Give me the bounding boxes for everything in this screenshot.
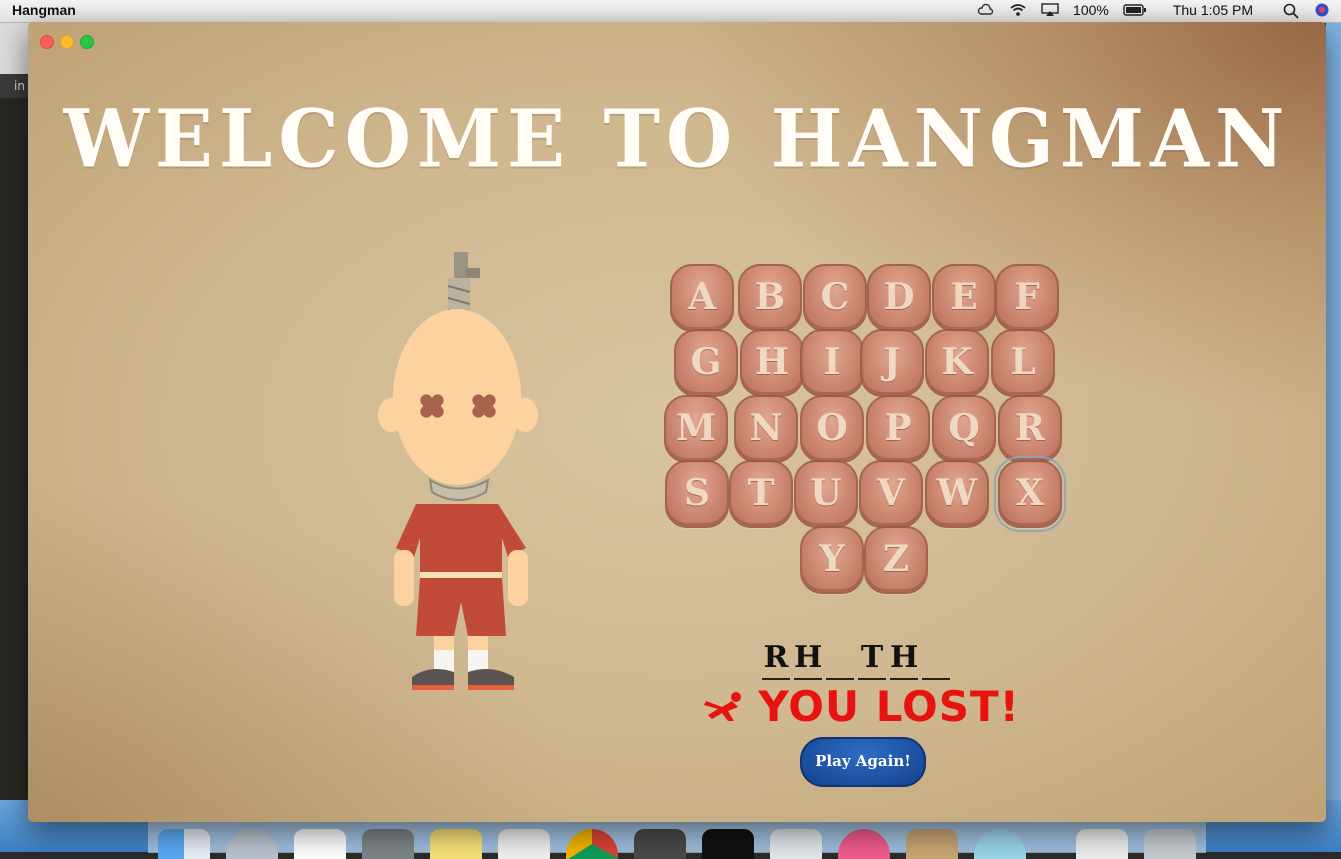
finder-icon[interactable] (158, 829, 210, 859)
menu-app-name[interactable]: Hangman (12, 2, 76, 18)
letter-button-x[interactable]: X (994, 456, 1066, 532)
letter-button-r[interactable]: R (998, 395, 1062, 463)
search-icon[interactable] (1283, 3, 1301, 19)
letter-button-j[interactable]: J (860, 329, 924, 397)
battery-icon[interactable] (1123, 3, 1146, 17)
wifi-icon[interactable] (1009, 3, 1027, 17)
letter-button-i[interactable]: I (800, 329, 864, 397)
letter-button-v[interactable]: V (859, 460, 923, 528)
chrome-icon[interactable] (566, 829, 618, 859)
sublime-text-icon[interactable] (634, 829, 686, 859)
falling-figure-icon (702, 691, 758, 731)
letter-button-e[interactable]: E (932, 264, 996, 332)
airplay-icon[interactable] (1041, 3, 1059, 17)
word-slot (826, 640, 854, 680)
letter-button-g[interactable]: G (674, 329, 738, 397)
game-window: WELCOME TO HANGMAN A B C D E F G H I J K… (28, 22, 1326, 822)
letter-button-q[interactable]: Q (932, 395, 996, 463)
word-slot: H (794, 640, 822, 680)
calendar-icon[interactable] (294, 829, 346, 859)
hangman-character-art (378, 252, 538, 690)
word-display: R H T H (762, 640, 950, 680)
hangman-figure (368, 252, 558, 702)
letter-button-d[interactable]: D (867, 264, 931, 332)
notes-icon[interactable] (430, 829, 482, 859)
slack-icon[interactable] (770, 829, 822, 859)
menu-clock[interactable]: Thu 1:05 PM (1173, 2, 1253, 18)
contacts-icon[interactable] (498, 829, 550, 859)
desktop-background (1326, 22, 1341, 822)
letter-button-f[interactable]: F (995, 264, 1059, 332)
letter-button-l[interactable]: L (991, 329, 1055, 397)
itunes-icon[interactable] (838, 829, 890, 859)
siri-icon[interactable] (1315, 3, 1333, 17)
letter-button-k[interactable]: K (925, 329, 989, 397)
letter-button-c[interactable]: C (803, 264, 867, 332)
documents-icon[interactable] (1076, 829, 1128, 859)
letter-button-o[interactable]: O (800, 395, 864, 463)
zoom-button[interactable] (80, 35, 94, 49)
letter-button-z[interactable]: Z (864, 526, 928, 594)
page-title: WELCOME TO HANGMAN (63, 91, 1291, 186)
letter-button-n[interactable]: N (734, 395, 798, 463)
letter-button-w[interactable]: W (925, 460, 989, 528)
system-preferences-icon[interactable] (362, 829, 414, 859)
letter-button-t[interactable]: T (729, 460, 793, 528)
preview-icon[interactable] (906, 829, 958, 859)
letter-button-a[interactable]: A (670, 264, 734, 332)
editor-background (0, 22, 28, 802)
minimize-button[interactable] (60, 35, 74, 49)
launchpad-icon[interactable] (226, 829, 278, 859)
play-again-button[interactable]: Play Again! (800, 737, 926, 787)
close-button[interactable] (40, 35, 54, 49)
battery-percentage: 100% (1073, 2, 1109, 18)
terminal-icon[interactable] (702, 829, 754, 859)
menu-status-area: 100% Thu 1:05 PM (977, 2, 1333, 19)
result-text: YOU LOST! (758, 682, 1020, 731)
dock (148, 818, 1206, 859)
word-slot: R (762, 640, 790, 680)
trash-icon[interactable] (1144, 829, 1196, 859)
letter-button-s[interactable]: S (665, 460, 729, 528)
cloud-icon[interactable] (977, 3, 995, 17)
bike-app-icon[interactable] (974, 829, 1026, 859)
letter-button-p[interactable]: P (866, 395, 930, 463)
letter-button-h[interactable]: H (740, 329, 804, 397)
letter-button-u[interactable]: U (794, 460, 858, 528)
word-slot: H (890, 640, 918, 680)
letter-button-b[interactable]: B (738, 264, 802, 332)
word-slot (922, 640, 950, 680)
menu-bar: Hangman 100% Thu 1:05 PM (0, 0, 1341, 23)
word-slot: T (858, 640, 886, 680)
letter-button-y[interactable]: Y (800, 526, 864, 594)
letter-button-m[interactable]: M (664, 395, 728, 463)
